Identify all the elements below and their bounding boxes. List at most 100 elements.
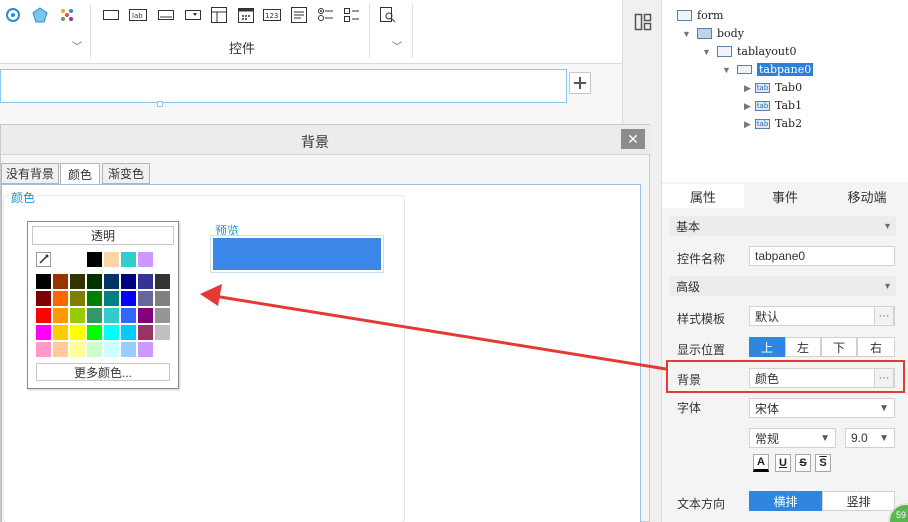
color-swatch[interactable]: [53, 291, 68, 306]
color-swatch[interactable]: [138, 325, 153, 340]
recent-color-swatch[interactable]: [138, 252, 153, 267]
tree-node-body[interactable]: body: [697, 27, 744, 40]
color-swatch[interactable]: [104, 274, 119, 289]
textarea-widget-icon[interactable]: [290, 6, 308, 24]
position-bottom-button[interactable]: 下: [821, 337, 857, 357]
color-swatch[interactable]: [87, 342, 102, 357]
more-options-button[interactable]: ···: [874, 306, 894, 326]
color-swatch[interactable]: [70, 308, 85, 323]
button-widget-icon[interactable]: [102, 6, 120, 24]
color-swatch[interactable]: [53, 342, 68, 357]
search-widget-icon[interactable]: [379, 6, 397, 24]
color-swatch[interactable]: [36, 308, 51, 323]
tab-events[interactable]: 事件: [744, 184, 826, 208]
color-swatch[interactable]: [53, 308, 68, 323]
chevron-down-icon[interactable]: ▼: [702, 47, 711, 57]
transparent-button[interactable]: 透明: [32, 226, 174, 245]
color-swatch[interactable]: [53, 274, 68, 289]
chevron-down-icon[interactable]: ﹀: [392, 38, 402, 53]
resize-handle[interactable]: [157, 101, 163, 107]
table-widget-icon[interactable]: [210, 6, 228, 24]
color-swatch[interactable]: [53, 325, 68, 340]
style-template-field[interactable]: 默认 ···: [749, 306, 895, 326]
horizontal-text-button[interactable]: 横排: [749, 491, 822, 511]
close-icon[interactable]: ✕: [621, 129, 645, 149]
add-tab-button[interactable]: [569, 72, 591, 94]
layout-icon[interactable]: [634, 13, 652, 31]
color-swatch[interactable]: [121, 308, 136, 323]
color-swatch[interactable]: [104, 342, 119, 357]
widget-icon-1[interactable]: [4, 6, 22, 24]
tab-gradient[interactable]: 渐变色: [102, 163, 150, 184]
chevron-down-icon[interactable]: ▼: [682, 29, 691, 39]
chevron-down-icon[interactable]: ﹀: [72, 38, 82, 53]
color-swatch[interactable]: [121, 274, 136, 289]
tree-node-form[interactable]: form: [677, 9, 723, 22]
color-swatch[interactable]: [155, 291, 170, 306]
widget-icon-2[interactable]: [31, 6, 49, 24]
tree-node-tab1[interactable]: tab Tab1: [755, 99, 802, 112]
color-swatch[interactable]: [87, 325, 102, 340]
tab-mobile[interactable]: 移动端: [826, 184, 908, 208]
color-swatch[interactable]: [70, 291, 85, 306]
chevron-down-icon[interactable]: ▼: [722, 65, 731, 75]
color-swatch[interactable]: [70, 325, 85, 340]
recent-color-swatch[interactable]: [121, 252, 136, 267]
tree-node-tab2[interactable]: tab Tab2: [755, 117, 802, 130]
color-swatch[interactable]: [138, 274, 153, 289]
section-advanced[interactable]: 高级 ▾: [670, 276, 896, 296]
font-style-select[interactable]: 常规 ▼: [749, 428, 836, 448]
tab-layout-widget[interactable]: [0, 69, 567, 103]
dialog-title-bar[interactable]: 背景 ✕: [1, 125, 651, 155]
color-swatch[interactable]: [87, 308, 102, 323]
checkbox-widget-icon[interactable]: [343, 6, 361, 24]
color-swatch[interactable]: [155, 342, 170, 357]
font-size-select[interactable]: 9.0 ▼: [845, 428, 895, 448]
number-widget-icon[interactable]: 123: [263, 6, 281, 24]
chevron-right-icon[interactable]: ▶: [744, 83, 751, 94]
color-swatch[interactable]: [36, 274, 51, 289]
color-swatch[interactable]: [87, 291, 102, 306]
vertical-text-button[interactable]: 竖排: [822, 491, 895, 511]
color-swatch[interactable]: [70, 274, 85, 289]
color-swatch[interactable]: [36, 342, 51, 357]
color-swatch[interactable]: [104, 308, 119, 323]
color-swatch[interactable]: [138, 308, 153, 323]
position-top-button[interactable]: 上: [749, 337, 785, 357]
color-swatch[interactable]: [87, 274, 102, 289]
calendar-widget-icon[interactable]: [237, 6, 255, 24]
color-swatch[interactable]: [70, 342, 85, 357]
strikethrough-button[interactable]: S: [795, 454, 811, 472]
chevron-right-icon[interactable]: ▶: [744, 101, 751, 112]
label-widget-icon[interactable]: lab: [129, 6, 147, 24]
widget-icon-3[interactable]: [58, 6, 76, 24]
recent-color-swatch[interactable]: [70, 252, 85, 267]
position-right-button[interactable]: 右: [857, 337, 895, 357]
color-swatch[interactable]: [36, 325, 51, 340]
recent-color-swatch[interactable]: [87, 252, 102, 267]
control-name-input[interactable]: tabpane0: [749, 246, 895, 266]
chevron-right-icon[interactable]: ▶: [744, 119, 751, 130]
eyedropper-icon[interactable]: [36, 252, 51, 267]
color-swatch[interactable]: [138, 291, 153, 306]
tab-properties[interactable]: 属性: [662, 184, 744, 208]
radio-widget-icon[interactable]: [317, 6, 335, 24]
section-basic[interactable]: 基本 ▾: [670, 216, 896, 236]
font-color-button[interactable]: A: [753, 454, 769, 472]
tab-no-background[interactable]: 没有背景: [1, 163, 59, 184]
tree-node-tab0[interactable]: tab Tab0: [755, 81, 802, 94]
font-family-select[interactable]: 宋体 ▼: [749, 398, 895, 418]
color-swatch[interactable]: [121, 342, 136, 357]
color-swatch[interactable]: [155, 274, 170, 289]
position-left-button[interactable]: 左: [785, 337, 821, 357]
textbox-widget-icon[interactable]: [157, 6, 175, 24]
underline-button[interactable]: U: [775, 454, 791, 472]
shadow-button[interactable]: S: [815, 454, 831, 472]
color-swatch[interactable]: [36, 291, 51, 306]
dropdown-widget-icon[interactable]: [184, 6, 202, 24]
recent-color-swatch[interactable]: [104, 252, 119, 267]
tree-node-tablayout0[interactable]: tablayout0: [717, 45, 796, 58]
color-swatch[interactable]: [104, 325, 119, 340]
more-colors-button[interactable]: 更多颜色...: [36, 363, 170, 381]
color-swatch[interactable]: [155, 308, 170, 323]
